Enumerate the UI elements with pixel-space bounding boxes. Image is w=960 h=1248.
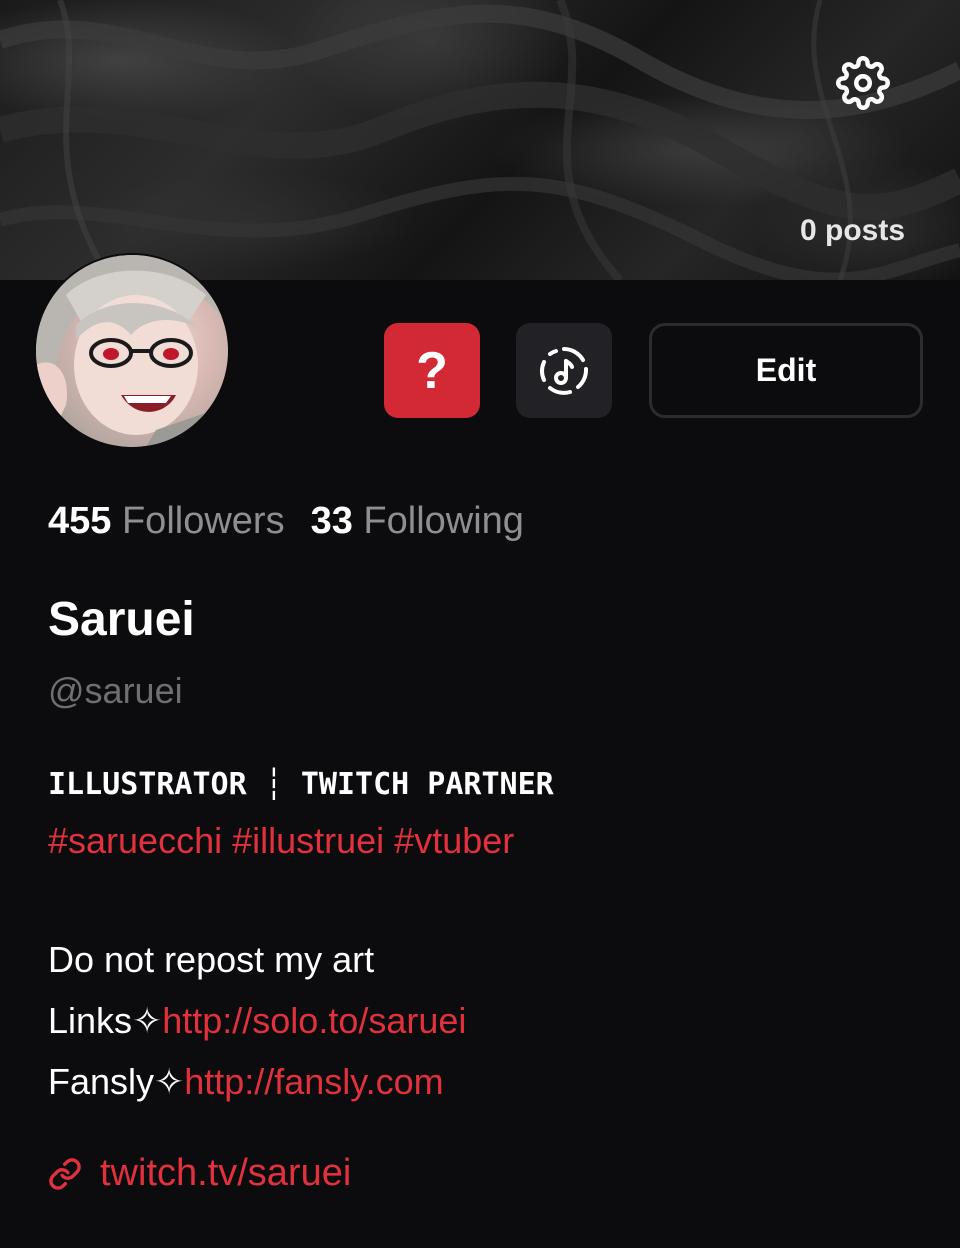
question-mark-icon: ? — [416, 341, 448, 400]
links-url[interactable]: http://solo.to/saruei — [162, 1000, 466, 1041]
bio-title-left: ILLUSTRATOR — [48, 767, 247, 802]
profile-banner: 0 posts — [0, 0, 960, 280]
gear-icon[interactable] — [836, 56, 890, 110]
bio-hashtags[interactable]: #saruecchi #illustruei #vtuber — [48, 810, 928, 871]
music-note-icon — [540, 346, 588, 395]
fansly-prefix: Fansly✧ — [48, 1061, 185, 1102]
links-prefix: Links✧ — [48, 1000, 163, 1041]
help-button[interactable]: ? — [384, 323, 480, 418]
username-handle: @saruei — [48, 670, 183, 711]
following-stat[interactable]: 33 Following — [311, 500, 524, 542]
following-count: 33 — [310, 500, 353, 542]
bio: ILLUSTRATOR ┆ TWITCH PARTNER #saruecchi … — [48, 760, 928, 1112]
bio-fansly-line: Fansly✧http://fansly.com — [48, 1051, 928, 1112]
music-button[interactable] — [516, 323, 612, 418]
posts-count: 0 posts — [799, 214, 905, 247]
bio-links-line: Links✧http://solo.to/saruei — [48, 990, 928, 1051]
bio-notice: Do not repost my art — [48, 939, 375, 980]
followers-stat[interactable]: 455 Followers — [48, 500, 285, 542]
edit-profile-button[interactable]: Edit — [649, 323, 923, 418]
bio-title-separator: ┆ — [264, 767, 283, 802]
website-link[interactable]: twitch.tv/saruei — [48, 1152, 351, 1195]
bio-title-right: TWITCH PARTNER — [300, 767, 554, 802]
display-name: Saruei — [48, 593, 195, 646]
following-label: Following — [363, 500, 524, 542]
avatar-frame — [34, 253, 230, 449]
follow-stats: 455 Followers 33 Following — [48, 500, 524, 543]
followers-label: Followers — [121, 500, 285, 542]
fansly-url[interactable]: http://fansly.com — [184, 1061, 443, 1102]
website-url: twitch.tv/saruei — [100, 1152, 352, 1194]
link-icon — [49, 1157, 81, 1190]
followers-count: 455 — [48, 500, 112, 542]
bio-title: ILLUSTRATOR ┆ TWITCH PARTNER — [48, 760, 928, 810]
avatar[interactable] — [36, 255, 228, 447]
